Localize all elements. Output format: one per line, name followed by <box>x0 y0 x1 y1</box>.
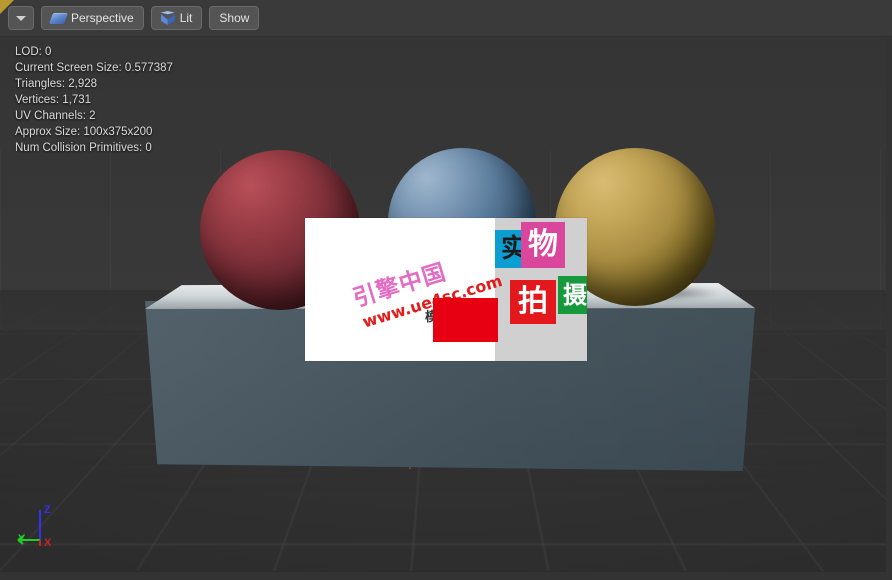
axis-x-label: X <box>44 537 52 549</box>
view-mode-button[interactable]: Perspective <box>41 6 144 30</box>
watermark-tile-pai-char: 拍 <box>518 284 548 319</box>
show-menu-button[interactable]: Show <box>209 6 260 30</box>
watermark-redaction-block <box>433 298 498 342</box>
cube-icon <box>160 11 175 25</box>
stat-current-screen-size: Current Screen Size: 0.577387 <box>15 62 173 74</box>
view-mode-label: Perspective <box>71 11 134 25</box>
viewport-right-edge <box>886 0 892 580</box>
stat-lod: LOD: 0 <box>15 46 52 58</box>
watermark-tile-she-char: 摄 <box>563 281 587 309</box>
camera-icon <box>48 12 69 24</box>
watermark-tile-wu: 物 <box>521 222 565 268</box>
realtime-corner-flag <box>0 0 14 14</box>
lighting-mode-label: Lit <box>179 11 193 25</box>
viewport-toolbar: Perspective Lit Show <box>0 0 892 37</box>
stat-triangles: Triangles: 2,928 <box>15 78 98 90</box>
static-mesh-editor-window: LOD: 0 Current Screen Size: 0.577387 Tri… <box>0 0 892 580</box>
watermark-tile-pai: 拍 <box>510 280 556 324</box>
chevron-down-icon <box>16 15 26 21</box>
lod-stats-overlay: LOD: 0 Current Screen Size: 0.577387 Tri… <box>15 44 173 156</box>
axis-gizmo: Z Y X <box>14 500 72 556</box>
stat-approx-size: Approx Size: 100x375x200 <box>15 126 153 138</box>
show-menu-label: Show <box>219 11 250 25</box>
stat-num-collision-primitives: Num Collision Primitives: 0 <box>15 142 152 154</box>
lighting-mode-button[interactable]: Lit <box>150 6 203 30</box>
axis-z-label: Z <box>44 504 51 516</box>
stat-vertices: Vertices: 1,731 <box>15 94 92 106</box>
watermark-tile-wu-char: 物 <box>528 227 558 262</box>
watermark-image-overlay: 实 物 拍 摄 模型 引擎中国 www.ue4sc.com <box>305 218 587 361</box>
stat-uv-channels: UV Channels: 2 <box>15 110 96 122</box>
viewport-bottom-edge <box>0 571 892 580</box>
axis-gizmo-svg <box>17 510 41 546</box>
axis-y-label: Y <box>18 533 26 545</box>
watermark-tile-she: 摄 <box>558 276 587 314</box>
